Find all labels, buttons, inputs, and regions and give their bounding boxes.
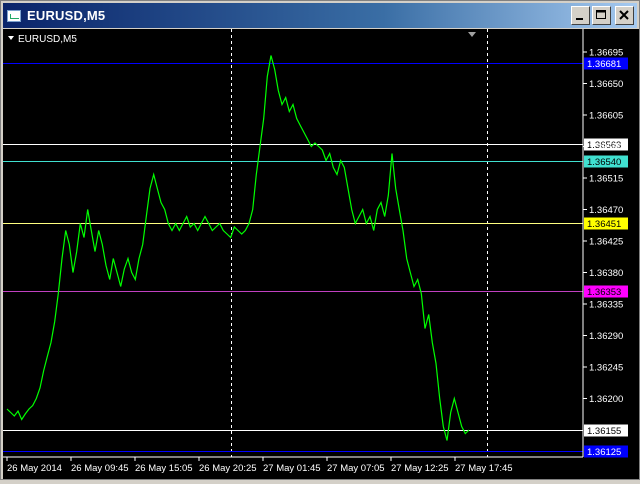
time-tick-label: 27 May 07:05 (327, 463, 385, 474)
maximize-icon (596, 10, 606, 19)
time-tick-label: 27 May 01:45 (263, 463, 321, 474)
price-tick-label: 1.36380 (589, 268, 623, 279)
price-tick-label: 1.36695 (589, 48, 623, 59)
window-controls (571, 6, 634, 25)
price-level-tag-label: 1.36353 (587, 287, 621, 298)
time-tick-label: 26 May 15:05 (135, 463, 193, 474)
price-tick-label: 1.36650 (589, 79, 623, 90)
chart-window-icon[interactable] (7, 9, 21, 22)
minimize-icon (576, 18, 583, 20)
price-level-tag-label: 1.36451 (587, 219, 621, 230)
price-tick-label: 1.36335 (589, 300, 623, 311)
time-tick-label: 26 May 2014 (7, 463, 62, 474)
price-chart[interactable]: 1.366811.365631.365401.364511.363531.361… (3, 29, 639, 479)
close-icon (619, 10, 629, 20)
time-tick-label: 26 May 20:25 (199, 463, 257, 474)
price-tick-label: 1.36605 (589, 111, 623, 122)
price-level-tag-label: 1.36681 (587, 59, 621, 70)
price-tick-label: 1.36200 (589, 394, 623, 405)
price-tick-label: 1.36290 (589, 331, 623, 342)
maximize-button[interactable] (592, 6, 611, 25)
price-tick-label: 1.36515 (589, 174, 623, 185)
time-tick-label: 27 May 17:45 (455, 463, 513, 474)
price-tick-label: 1.36425 (589, 237, 623, 248)
price-level-tag-label: 1.36540 (587, 157, 621, 168)
price-level-tag-label: 1.36155 (587, 426, 621, 437)
minimize-button[interactable] (571, 6, 590, 25)
price-tick-label: 1.36470 (589, 205, 623, 216)
chart-symbol-label: EURUSD,M5 (18, 34, 77, 45)
price-tick-label: 1.36560 (589, 142, 623, 153)
close-button[interactable] (615, 6, 634, 25)
chart-window: EURUSD,M5 1.36681 1.36563 1.36540 1.3645… (0, 0, 640, 480)
title-bar[interactable]: EURUSD,M5 (3, 3, 637, 28)
window-title: EURUSD,M5 (27, 8, 106, 23)
time-tick-label: 27 May 12:25 (391, 463, 449, 474)
price-tick-label: 1.36245 (589, 363, 623, 374)
price-level-tag-label: 1.36125 (587, 447, 621, 458)
time-tick-label: 26 May 09:45 (71, 463, 129, 474)
chart-area[interactable]: 1.36681 1.36563 1.36540 1.36451 1.36353 1.361… (3, 29, 639, 479)
